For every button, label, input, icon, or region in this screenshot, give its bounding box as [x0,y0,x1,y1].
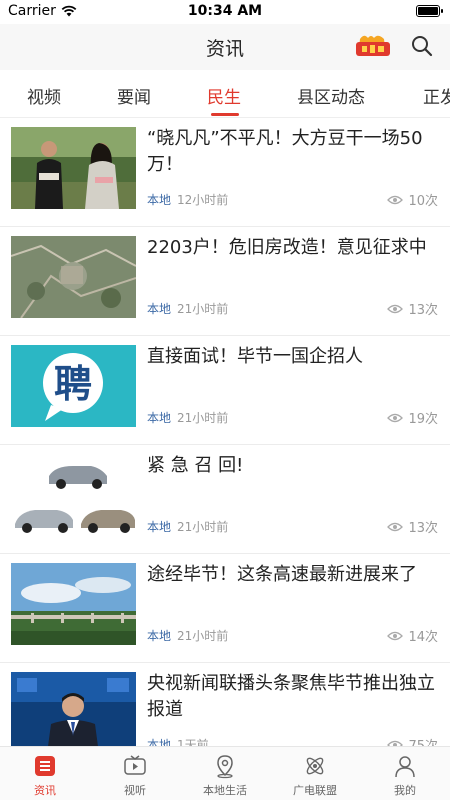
tab-headlines[interactable]: 要闻 [117,83,151,108]
atom-icon [306,757,324,775]
news-time: 12小时前 [177,193,229,207]
news-view-count: 19次 [408,412,438,427]
news-item[interactable]: “晓凡凡”不平凡！大方豆干一场50万！ 本地 12小时前 10次 [0,118,450,227]
news-source: 本地 [147,520,172,534]
news-meta: 本地 1天前 [147,736,209,746]
news-source: 本地 [147,302,172,316]
bottom-tab-bar: 资讯 视听 本地生活 广电联盟 我的 [0,746,450,800]
news-time: 1天前 [177,738,209,746]
news-views: 13次 [387,299,438,318]
search-icon[interactable] [410,34,434,58]
news-time: 21小时前 [177,302,229,316]
news-view-count: 10次 [408,194,438,209]
news-item[interactable]: 聘 直接面试！毕节一国企招人 本地 21小时前 19次 [0,336,450,445]
tab-livelihood[interactable]: 民生 [207,83,241,108]
news-title: 2203户！危旧房改造！意见征求中 [147,237,427,258]
news-source: 本地 [147,629,172,643]
bottom-tab-me[interactable]: 我的 [360,753,450,798]
eye-icon [387,413,404,422]
status-time: 10:34 AM [187,3,263,19]
news-meta: 本地 21小时前 [147,409,228,426]
category-tabs: 视频 要闻 民生 县区动态 正发 [0,70,450,118]
news-list: “晓凡凡”不平凡！大方豆干一场50万！ 本地 12小时前 10次 2203户！危… [0,118,450,746]
news-item[interactable]: 2203户！危旧房改造！意见征求中 本地 21小时前 13次 [0,227,450,336]
bottom-tab-label: 本地生活 [203,784,247,797]
news-item[interactable]: 央视新闻联播头条聚焦毕节推出独立报道 本地 1天前 75次 [0,663,450,746]
news-thumbnail [11,236,136,318]
bottom-tab-label: 我的 [394,784,416,797]
news-thumbnail [11,563,136,645]
eye-icon [387,304,404,313]
bottom-tab-label: 资讯 [34,784,56,797]
news-meta: 本地 21小时前 [147,300,228,317]
active-tab-indicator [211,113,239,116]
eye-icon [387,522,404,531]
news-meta: 本地 21小时前 [147,518,228,535]
tv-play-icon [124,755,146,775]
news-source: 本地 [147,411,172,425]
news-views: 13次 [387,517,438,536]
user-icon [395,756,415,778]
news-title: 紧 急 召 回! [147,455,244,476]
news-view-count: 13次 [408,303,438,318]
news-views: 14次 [387,626,438,645]
news-meta: 本地 12小时前 [147,191,228,208]
news-title: “晓凡凡”不平凡！大方豆干一场50万！ [147,128,423,175]
news-item[interactable]: 途经毕节！这条高速最新进展来了 本地 21小时前 14次 [0,554,450,663]
news-source: 本地 [147,738,172,746]
bottom-tab-local-life[interactable]: 本地生活 [180,753,270,798]
news-thumbnail [11,672,136,746]
news-title: 央视新闻联播头条聚焦毕节推出独立报道 [147,673,435,720]
eye-icon [387,631,404,640]
status-bar: Carrier 10:34 AM [0,0,450,24]
tab-partial[interactable]: 正发 [423,83,450,108]
bottom-tab-label: 广电联盟 [293,784,337,797]
news-views: 75次 [387,735,438,746]
tab-county-news[interactable]: 县区动态 [297,83,365,108]
news-view-count: 75次 [408,735,438,746]
news-view-count: 14次 [408,630,438,645]
news-time: 21小时前 [177,520,229,534]
news-title: 途经毕节！这条高速最新进展来了 [147,564,417,585]
news-item[interactable]: 紧 急 召 回! 本地 21小时前 13次 [0,445,450,554]
location-pin-icon [217,755,233,779]
news-views: 19次 [387,408,438,427]
news-thumbnail: 聘 [11,345,136,427]
tab-video[interactable]: 视频 [27,83,61,108]
bottom-tab-label: 视听 [124,784,146,797]
nav-bar: 资讯 [0,24,450,70]
news-thumbnail [11,127,136,209]
bottom-tab-alliance[interactable]: 广电联盟 [270,753,360,798]
battery-icon [416,5,443,17]
recruit-glyph: 聘 [54,362,92,406]
hot-list-badge-icon[interactable] [354,33,392,59]
news-time: 21小时前 [177,629,229,643]
news-thumbnail [11,454,136,536]
bottom-tab-video[interactable]: 视听 [90,753,180,798]
news-view-count: 13次 [408,521,438,536]
eye-icon [387,195,404,204]
news-meta: 本地 21小时前 [147,627,228,644]
bottom-tab-news[interactable]: 资讯 [0,753,90,798]
news-source: 本地 [147,193,172,207]
news-title: 直接面试！毕节一国企招人 [147,346,363,367]
news-views: 10次 [387,190,438,209]
news-list-icon [35,756,55,776]
news-time: 21小时前 [177,411,229,425]
